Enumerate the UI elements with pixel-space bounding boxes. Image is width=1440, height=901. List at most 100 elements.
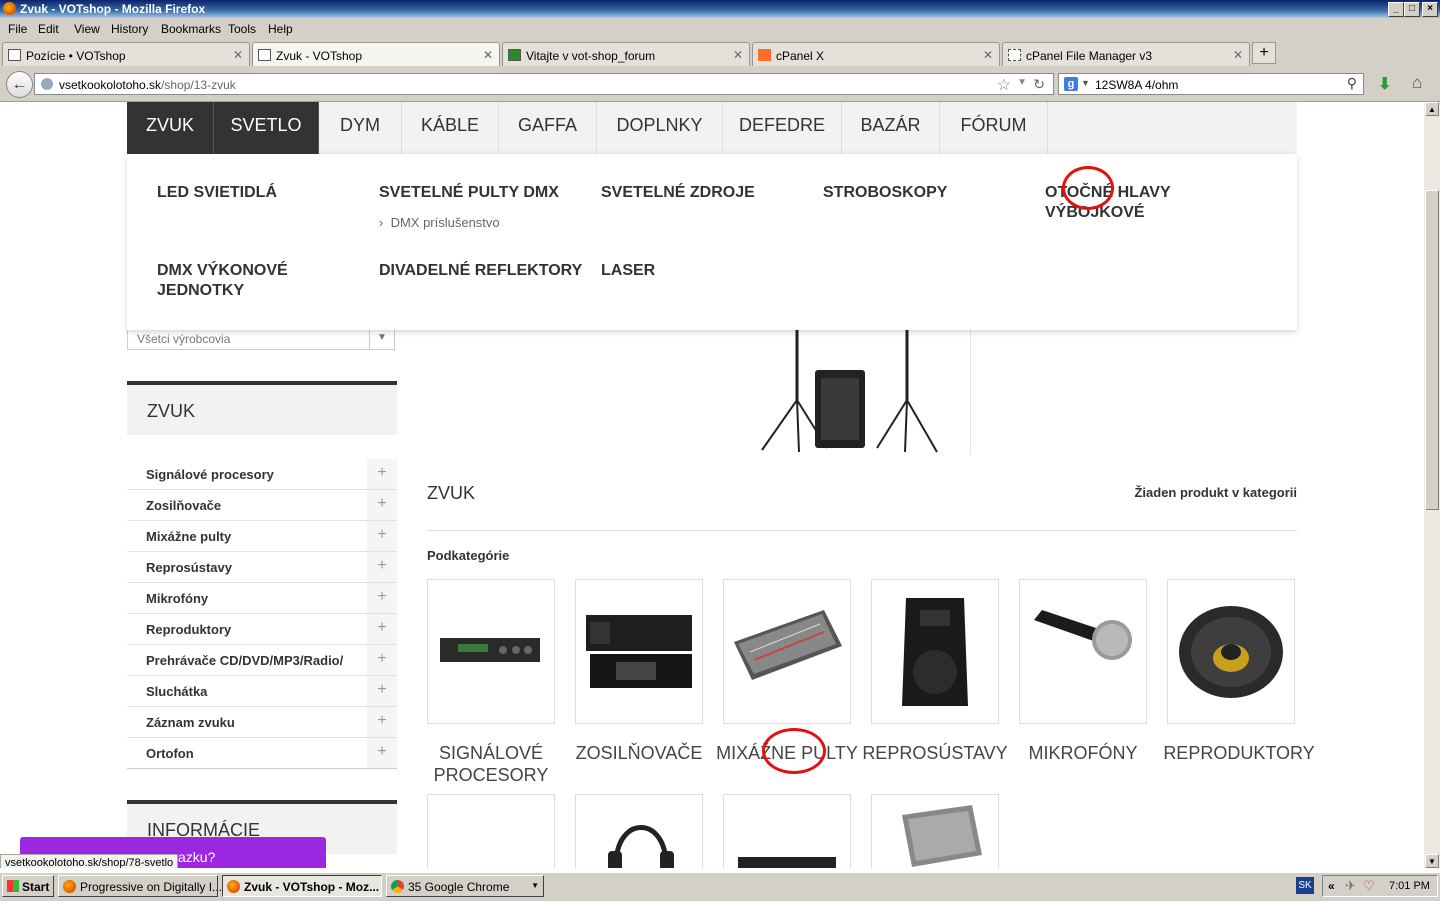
sidebar-item-zosilnovace[interactable]: Zosilňovače + xyxy=(127,490,397,521)
new-tab-button[interactable]: + xyxy=(1252,42,1276,64)
subcategory-thumb-sluchatka[interactable] xyxy=(575,794,703,868)
sidebar-item-reproduktory[interactable]: Reproduktory + xyxy=(127,614,397,645)
taskbar-item-google-chrome[interactable]: 35 Google Chrome ▼ xyxy=(386,875,544,897)
dropdown-item-divadelne-reflektory[interactable]: DIVADELNÉ REFLEKTORY xyxy=(379,261,582,281)
tab-cpanel[interactable]: cPanel X ✕ xyxy=(752,42,1000,66)
dropdown-item-laser[interactable]: LASER xyxy=(601,261,655,281)
plus-icon[interactable]: + xyxy=(367,552,397,582)
reload-icon[interactable]: ↻ xyxy=(1033,76,1045,93)
menu-file[interactable]: File xyxy=(8,22,27,36)
menu-edit[interactable]: Edit xyxy=(38,22,59,36)
plus-icon[interactable]: + xyxy=(367,490,397,520)
subcategory-name-mikrofony[interactable]: MIKROFÓNY xyxy=(1005,742,1161,764)
tab-forum[interactable]: Vitajte v vot-shop_forum ✕ xyxy=(502,42,750,66)
heart-icon[interactable]: ♡ xyxy=(1363,878,1375,894)
tab-zvuk[interactable]: Zvuk - VOTshop ✕ xyxy=(252,42,500,66)
menu-zvuk[interactable]: ZVUK xyxy=(127,102,214,154)
url-bar[interactable]: vsetkookolotoho.sk/shop/13-zvuk ☆ ▼ ↻ xyxy=(34,73,1054,95)
sidebar-item-mikrofony[interactable]: Mikrofóny + xyxy=(127,583,397,614)
chevron-right-icon: › xyxy=(379,215,391,230)
subcategory-thumb-zaznam-zvuku[interactable] xyxy=(723,794,851,868)
close-tab-icon[interactable]: ✕ xyxy=(1233,48,1243,62)
search-bar[interactable]: g ▼ 12SW8A 4/ohm ⚲ xyxy=(1058,73,1364,95)
sidebar-item-mixazne-pulty[interactable]: Mixážne pulty + xyxy=(127,521,397,552)
subcategory-thumb-ortofon[interactable] xyxy=(871,794,999,868)
search-input[interactable]: 12SW8A 4/ohm xyxy=(1095,78,1178,92)
subcategory-thumb-mikrofony[interactable] xyxy=(1019,579,1147,724)
chevron-down-icon[interactable]: ▼ xyxy=(531,881,539,890)
sidebar-item-ortofon[interactable]: Ortofon + xyxy=(127,738,397,769)
plus-icon[interactable]: + xyxy=(367,707,397,737)
subcategory-thumb-reproduktory[interactable] xyxy=(1167,579,1295,724)
menu-bazar[interactable]: BAZÁR xyxy=(842,102,940,154)
menu-defedre[interactable]: DEFEDRE xyxy=(723,102,842,154)
sidebar-item-reprosustavy[interactable]: Reprosústavy + xyxy=(127,552,397,583)
scroll-thumb[interactable] xyxy=(1425,190,1439,510)
subcategory-thumb-mixazne-pulty[interactable] xyxy=(723,579,851,724)
chevron-down-icon[interactable]: ▼ xyxy=(369,327,394,349)
plus-icon[interactable]: + xyxy=(367,459,397,489)
language-indicator[interactable]: SK xyxy=(1296,877,1314,894)
dropdown-item-dmx-vykonove-jednotky[interactable]: DMX VÝKONOVÉ JEDNOTKY xyxy=(157,261,317,301)
plus-icon[interactable]: + xyxy=(367,614,397,644)
close-window-button[interactable]: × xyxy=(1422,2,1438,17)
subcategory-name-reprosustavy[interactable]: REPROSÚSTAVY xyxy=(857,742,1013,764)
tab-pozicie[interactable]: Pozície • VOTshop ✕ xyxy=(2,42,250,66)
menu-doplnky[interactable]: DOPLNKY xyxy=(597,102,723,154)
bookmark-star-icon[interactable]: ☆ xyxy=(997,75,1011,95)
subcategory-thumb-zosilnovace[interactable] xyxy=(575,579,703,724)
dropdown-item-svetelne-pulty-dmx[interactable]: SVETELNÉ PULTY DMX xyxy=(379,183,559,203)
menu-svetlo[interactable]: SVETLO xyxy=(214,102,319,154)
menu-tools[interactable]: Tools xyxy=(228,22,256,36)
start-button[interactable]: Start xyxy=(2,875,54,897)
subcategory-name-signalove-procesory[interactable]: SIGNÁLOVÉ PROCESORY xyxy=(413,742,569,786)
menu-view[interactable]: View xyxy=(74,22,100,36)
chevron-down-icon[interactable]: ▼ xyxy=(1081,78,1090,88)
subcategory-thumb-signalove-procesory[interactable] xyxy=(427,579,555,724)
home-icon[interactable]: ⌂ xyxy=(1412,73,1422,93)
chevron-left-icon[interactable]: « xyxy=(1328,879,1335,893)
plus-icon[interactable]: + xyxy=(367,738,397,768)
menu-dym[interactable]: DYM xyxy=(319,102,402,154)
dropdown-subitem-dmx-prislusenstvo[interactable]: › DMX príslušenstvo xyxy=(379,215,500,230)
scroll-down-icon[interactable]: ▼ xyxy=(1425,854,1439,868)
dropdown-item-stroboskopy[interactable]: STROBOSKOPY xyxy=(823,183,947,203)
menu-forum[interactable]: FÓRUM xyxy=(940,102,1048,154)
taskbar-item-zvuk-votshop[interactable]: Zvuk - VOTshop - Moz... xyxy=(222,875,382,897)
taskbar-item-progressive[interactable]: Progressive on Digitally I... xyxy=(58,875,222,897)
download-icon[interactable]: ⬇ xyxy=(1378,74,1391,94)
menu-gaffa[interactable]: GAFFA xyxy=(499,102,597,154)
sidebar-item-sluchatka[interactable]: Sluchátka + xyxy=(127,676,397,707)
dropdown-item-svetelne-zdroje[interactable]: SVETELNÉ ZDROJE xyxy=(601,183,755,203)
google-icon[interactable]: g xyxy=(1064,77,1078,91)
dropdown-item-led-svietidla[interactable]: LED SVIETIDLÁ xyxy=(157,183,277,203)
scroll-up-icon[interactable]: ▲ xyxy=(1425,102,1439,116)
chevron-down-icon[interactable]: ▼ xyxy=(1017,77,1027,88)
search-icon[interactable]: ⚲ xyxy=(1347,75,1357,92)
sidebar-item-zaznam-zvuku[interactable]: Záznam zvuku + xyxy=(127,707,397,738)
menu-kable[interactable]: KÁBLE xyxy=(402,102,499,154)
subcategory-thumb[interactable] xyxy=(427,794,555,868)
menu-help[interactable]: Help xyxy=(268,22,293,36)
vertical-scrollbar[interactable]: ▲ ▼ xyxy=(1424,102,1440,868)
back-button[interactable]: ← xyxy=(6,71,33,98)
plus-icon[interactable]: + xyxy=(367,645,397,675)
subcategory-thumb-reprosustavy[interactable] xyxy=(871,579,999,724)
plus-icon[interactable]: + xyxy=(367,521,397,551)
sidebar-item-prehravace[interactable]: Prehrávače CD/DVD/MP3/Radio/ + xyxy=(127,645,397,676)
sidebar-item-signalove-procesory[interactable]: Signálové procesory + xyxy=(127,459,397,490)
tab-file-manager[interactable]: cPanel File Manager v3 ✕ xyxy=(1002,42,1250,66)
minimize-button[interactable]: _ xyxy=(1388,2,1404,17)
network-icon[interactable]: ✈ xyxy=(1345,878,1356,894)
close-tab-icon[interactable]: ✕ xyxy=(733,48,743,62)
menu-bookmarks[interactable]: Bookmarks xyxy=(161,22,221,36)
restore-button[interactable]: □ xyxy=(1404,2,1420,17)
close-tab-icon[interactable]: ✕ xyxy=(983,48,993,62)
plus-icon[interactable]: + xyxy=(367,583,397,613)
subcategory-name-reproduktory[interactable]: REPRODUKTORY xyxy=(1161,742,1317,764)
plus-icon[interactable]: + xyxy=(367,676,397,706)
close-tab-icon[interactable]: ✕ xyxy=(483,48,493,62)
close-tab-icon[interactable]: ✕ xyxy=(233,48,243,62)
menu-history[interactable]: History xyxy=(111,22,148,36)
subcategory-name-zosilnovace[interactable]: ZOSILŇOVAČE xyxy=(561,742,717,764)
